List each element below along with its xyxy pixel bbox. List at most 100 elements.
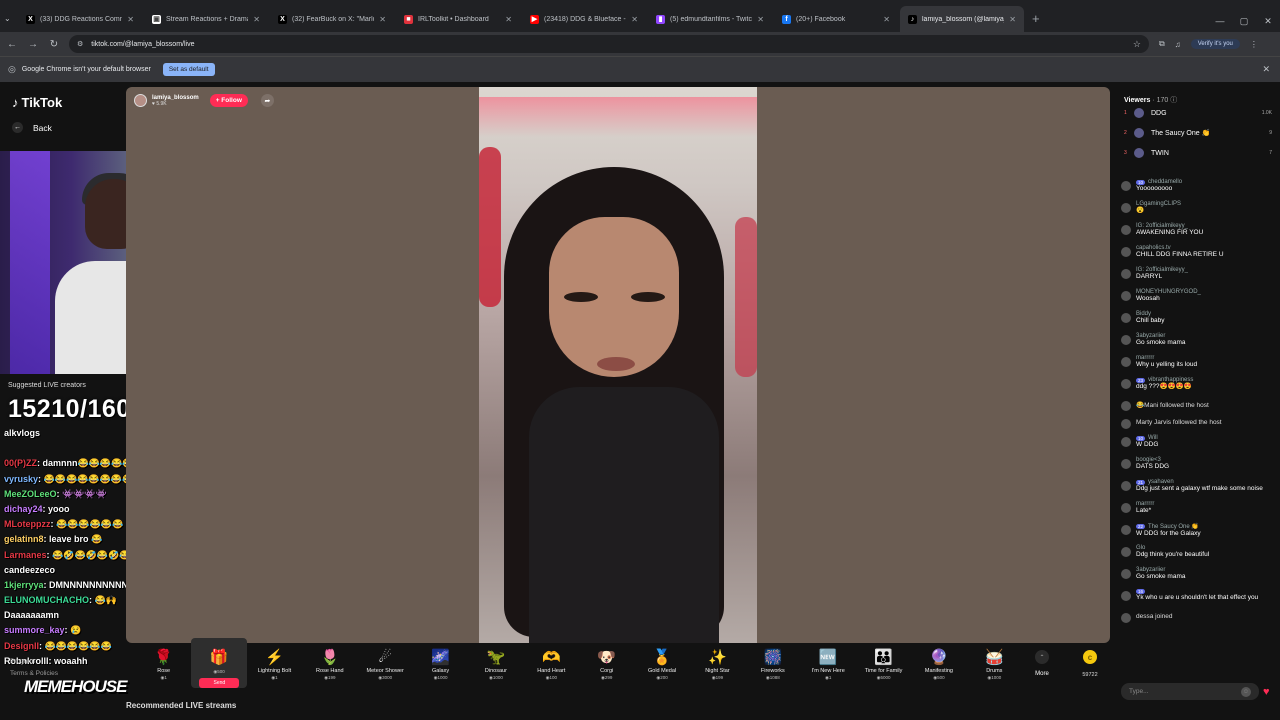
host-avatar[interactable] bbox=[134, 94, 147, 107]
overlay-chat-text: : leave bro 😂 bbox=[43, 534, 103, 545]
coin-balance[interactable]: c 59722 bbox=[1070, 638, 1110, 678]
chat-avatar[interactable] bbox=[1121, 269, 1131, 279]
tab-close-icon[interactable]: ✕ bbox=[631, 15, 638, 24]
extensions-icon[interactable]: ⧉ bbox=[1159, 39, 1165, 49]
chat-avatar[interactable] bbox=[1121, 379, 1131, 389]
chat-avatar[interactable] bbox=[1121, 335, 1131, 345]
tab-close-icon[interactable]: ✕ bbox=[127, 15, 134, 24]
gift-item[interactable]: ⚡ Lightning Bolt ◉1 bbox=[247, 638, 302, 688]
close-infobar-icon[interactable]: ✕ bbox=[1262, 64, 1270, 75]
gift-item[interactable]: 🫶 Hand Heart ◉100 bbox=[524, 638, 579, 688]
gift-item[interactable]: 🎁 ◉500 Send bbox=[191, 638, 247, 688]
browser-tab[interactable]: X (32) FearBuck on X: "Marlon wa ✕ bbox=[270, 6, 394, 32]
x-logo-icon: X bbox=[278, 14, 287, 24]
browser-tab[interactable]: f (20+) Facebook ✕ bbox=[774, 6, 898, 32]
browser-tab[interactable]: ▣ Stream Reactions + Drama | Co ✕ bbox=[144, 6, 268, 32]
back-icon[interactable]: ← bbox=[3, 39, 21, 50]
tab-close-icon[interactable]: ✕ bbox=[253, 15, 260, 24]
info-icon[interactable]: ⓘ bbox=[1170, 97, 1177, 104]
tab-close-icon[interactable]: ✕ bbox=[505, 15, 512, 24]
chat-input[interactable]: Type... ☺ bbox=[1121, 683, 1259, 700]
gift-price: ◉1 bbox=[824, 675, 832, 680]
tab-close-icon[interactable]: ✕ bbox=[379, 15, 386, 24]
emoji-icon[interactable]: ☺ bbox=[1241, 686, 1251, 697]
viewer-avatar bbox=[1134, 148, 1144, 158]
chat-message: 21 ysahaven Ddg just sent a galaxy wtf mak… bbox=[1121, 479, 1277, 497]
gift-item[interactable]: 🐶 Corgi ◉299 bbox=[579, 638, 634, 688]
chat-avatar[interactable] bbox=[1121, 481, 1131, 491]
set-default-button[interactable]: Set as default bbox=[162, 63, 215, 76]
tiktok-logo[interactable]: ♪ TikTok bbox=[12, 95, 62, 110]
gift-item[interactable]: 🦖 Dinosaur ◉1000 bbox=[468, 638, 523, 688]
maximize-icon[interactable]: ▢ bbox=[1232, 0, 1256, 32]
chat-avatar[interactable] bbox=[1121, 503, 1131, 513]
chat-avatar[interactable] bbox=[1121, 459, 1131, 469]
gift-item[interactable]: 🏅 Gold Medal ◉200 bbox=[634, 638, 689, 688]
tab-search-icon[interactable]: ⌄ bbox=[4, 14, 11, 23]
chat-avatar[interactable] bbox=[1121, 591, 1131, 601]
reload-icon[interactable]: ↻ bbox=[45, 39, 63, 50]
share-icon[interactable]: ➦ bbox=[260, 94, 274, 107]
gift-item[interactable]: 🌷 Rose Hand ◉199 bbox=[302, 638, 357, 688]
minimize-icon[interactable]: — bbox=[1208, 0, 1232, 32]
live-video[interactable] bbox=[479, 87, 757, 643]
url-bar[interactable]: ⚙ tiktok.com/@lamiya_blossom/live ☆ bbox=[69, 35, 1149, 53]
site-info-icon[interactable]: ⚙ bbox=[77, 40, 83, 48]
chat-avatar[interactable] bbox=[1121, 357, 1131, 367]
tab-close-icon[interactable]: ✕ bbox=[883, 15, 890, 24]
chat-author[interactable]: 22 The Saucy One 👏 bbox=[1136, 523, 1277, 530]
new-tab-button[interactable]: + bbox=[1032, 6, 1040, 32]
gift-name: Lightning Bolt bbox=[257, 668, 292, 674]
top-viewer-row[interactable]: 3 TWIN 7 bbox=[1124, 147, 1272, 159]
program-link[interactable]: Program bbox=[10, 656, 58, 668]
overlay-chat-text: : 😂😂😂😂😂😂 bbox=[39, 640, 112, 651]
gift-item[interactable]: 🆕 I'm New Here ◉1 bbox=[801, 638, 856, 688]
chat-avatar[interactable] bbox=[1121, 313, 1131, 323]
host-name[interactable]: lamiya_blossom bbox=[152, 95, 199, 101]
browser-tab[interactable]: X (33) DDG Reactions Communit ✕ bbox=[18, 6, 142, 32]
top-viewer-row[interactable]: 1 DDG 1.0K bbox=[1124, 107, 1272, 119]
follow-button[interactable]: + Follow bbox=[209, 94, 248, 107]
bookmark-star-icon[interactable]: ☆ bbox=[1133, 39, 1141, 50]
forward-icon[interactable]: → bbox=[24, 39, 42, 50]
send-gift-button[interactable]: Send bbox=[199, 678, 240, 688]
back-link[interactable]: ← Back bbox=[12, 122, 52, 133]
gift-item[interactable]: 👪 Time for Family ◉5000 bbox=[856, 638, 911, 688]
browser-tab[interactable]: ▶ (23418) DDG & Blueface - Hab ✕ bbox=[522, 6, 646, 32]
chat-avatar[interactable] bbox=[1121, 547, 1131, 557]
chat-avatar[interactable] bbox=[1121, 525, 1131, 535]
chat-avatar[interactable] bbox=[1121, 437, 1131, 447]
like-heart-icon[interactable]: ♥ bbox=[1263, 686, 1275, 698]
gift-item[interactable]: ☄ Meteor Shower ◉3000 bbox=[358, 638, 413, 688]
chat-avatar[interactable] bbox=[1121, 569, 1131, 579]
menu-icon[interactable]: ⋮ bbox=[1250, 40, 1258, 49]
chat-avatar[interactable] bbox=[1121, 247, 1131, 257]
chat-avatar[interactable] bbox=[1121, 181, 1131, 191]
live-video-stage[interactable]: lamiya_blossom ♥ 5.9K + Follow ➦ bbox=[126, 87, 1110, 643]
gift-item[interactable]: 🔮 Manifesting ◉500 bbox=[911, 638, 966, 688]
browser-tab[interactable]: ■ IRLToolkit • Dashboard ✕ bbox=[396, 6, 520, 32]
more-gifts[interactable]: ⌃ More bbox=[1022, 638, 1062, 677]
browser-tab[interactable]: ♪ lamiya_blossom (@lamiya_ ✕ bbox=[900, 6, 1024, 32]
logo-text: TikTok bbox=[21, 95, 63, 110]
verify-button[interactable]: Verify it's you bbox=[1190, 39, 1240, 49]
browser-tab[interactable]: ▮ (5) edmundtanfilms - Twitch ✕ bbox=[648, 6, 772, 32]
top-viewer-row[interactable]: 2 The Saucy One 👏 9 bbox=[1124, 127, 1272, 139]
close-window-icon[interactable]: ✕ bbox=[1256, 0, 1280, 32]
tab-close-icon[interactable]: ✕ bbox=[757, 15, 764, 24]
gift-name: Hand Heart bbox=[537, 668, 566, 674]
gift-item[interactable]: 🌌 Galaxy ◉1000 bbox=[413, 638, 468, 688]
chat-avatar[interactable] bbox=[1121, 203, 1131, 213]
gift-item[interactable]: ✨ Night Star ◉199 bbox=[690, 638, 745, 688]
media-icon[interactable]: ♫ bbox=[1175, 40, 1181, 49]
chat-avatar[interactable] bbox=[1121, 225, 1131, 235]
gift-name: Drums bbox=[986, 668, 1003, 674]
overlay-chat-name: MLoteppzz bbox=[4, 519, 51, 530]
galaxy-icon: 🌌 bbox=[431, 649, 450, 666]
tab-close-icon[interactable]: ✕ bbox=[1009, 15, 1016, 24]
chat-avatar[interactable] bbox=[1121, 291, 1131, 301]
gift-item[interactable]: 🌹 Rose ◉1 bbox=[136, 638, 191, 688]
gift-item[interactable]: 🎆 Fireworks ◉1088 bbox=[745, 638, 800, 688]
gift-item[interactable]: 🥁 Drums ◉1000 bbox=[967, 638, 1022, 688]
chat-message: marrrrr Why u yelling its loud bbox=[1121, 355, 1277, 373]
